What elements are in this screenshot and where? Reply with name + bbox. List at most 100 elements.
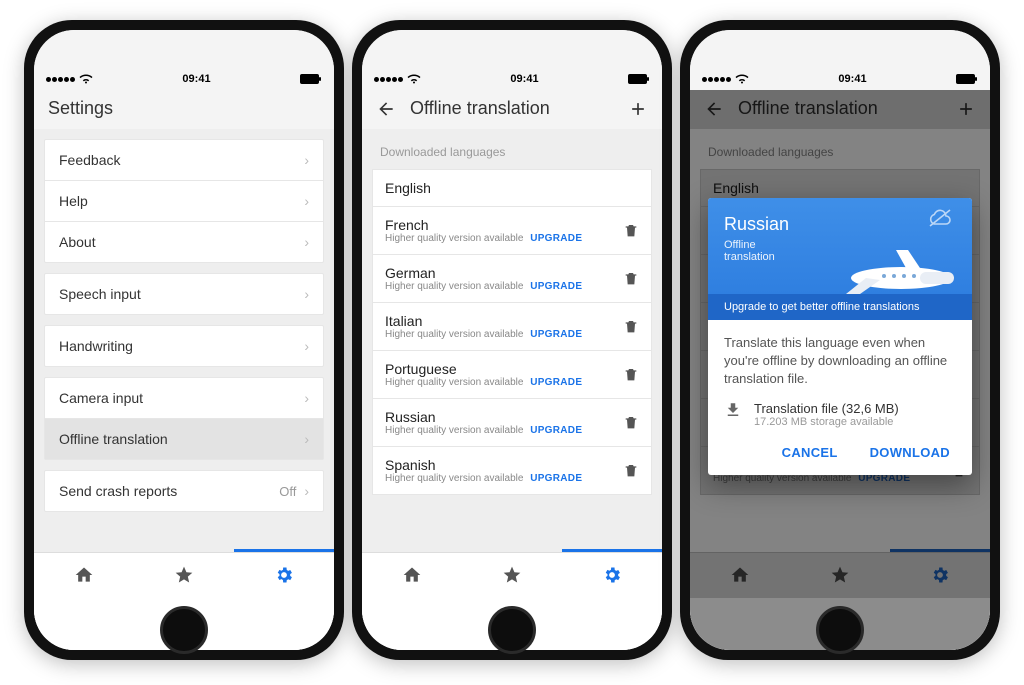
cloud-offline-icon [926,208,954,228]
settings-row-help[interactable]: Help› [45,181,323,222]
page-title: Settings [48,98,113,119]
language-row-french[interactable]: FrenchHigher quality version available U… [372,207,652,255]
settings-content[interactable]: Feedback› Help› About› Speech input› Han… [34,129,334,552]
language-name: English [385,180,639,196]
dialog-storage-label: 17.203 MB storage available [754,416,899,428]
language-name: Italian [385,313,623,329]
language-row-portuguese[interactable]: PortugueseHigher quality version availab… [372,351,652,399]
trash-icon[interactable] [623,271,639,287]
settings-row-speech-input[interactable]: Speech input› [45,274,323,314]
back-icon[interactable] [376,99,396,119]
dialog-file-label: Translation file (32,6 MB) [754,401,899,416]
gear-icon [274,565,294,585]
bottom-nav [362,552,662,598]
upgrade-link[interactable]: UPGRADE [530,473,582,484]
trash-icon[interactable] [623,367,639,383]
language-row-spanish[interactable]: SpanishHigher quality version available … [372,447,652,495]
offline-header: Offline translation [362,90,662,129]
download-icon [724,401,742,419]
home-button[interactable] [160,606,208,654]
star-icon [174,565,194,585]
home-button[interactable] [816,606,864,654]
upgrade-note: Higher quality version available UPGRADE [385,473,623,484]
status-bar: 09:41 [34,30,334,90]
trash-icon[interactable] [623,223,639,239]
dialog-file-row: Translation file (32,6 MB) 17.203 MB sto… [708,393,972,432]
crash-reports-value: Off [279,484,296,499]
language-row-italian[interactable]: ItalianHigher quality version available … [372,303,652,351]
dialog-hero: Russian Offline translation [708,198,972,294]
gear-icon [602,565,622,585]
chevron-right-icon: › [304,431,309,447]
settings-row-offline-translation[interactable]: Offline translation› [45,419,323,459]
dialog-subtitle: Offline translation [724,239,956,263]
home-icon [402,565,422,585]
signal-dots-icon [702,73,732,85]
trash-icon[interactable] [623,319,639,335]
dialog-cancel-button[interactable]: CANCEL [776,444,844,461]
signal-dots-icon [46,73,76,85]
settings-row-about[interactable]: About› [45,222,323,262]
nav-settings[interactable] [562,552,662,598]
phone-frame: 09:41 Settings Feedback› Help› About› Sp… [24,20,344,660]
battery-icon [628,74,650,84]
chevron-right-icon: › [304,152,309,168]
status-time: 09:41 [182,73,210,85]
settings-row-feedback[interactable]: Feedback› [45,140,323,181]
offline-content[interactable]: Downloaded languages EnglishFrenchHigher… [362,129,662,552]
settings-row-handwriting[interactable]: Handwriting› [45,326,323,366]
chevron-right-icon: › [304,193,309,209]
status-time: 09:41 [838,73,866,85]
nav-home[interactable] [362,552,462,598]
upgrade-link[interactable]: UPGRADE [530,233,582,244]
settings-header: Settings [34,90,334,129]
trash-icon[interactable] [623,415,639,431]
trash-icon[interactable] [623,463,639,479]
phone-frame: 09:41 Offline translation Downloaded lan… [680,20,1000,660]
upgrade-link[interactable]: UPGRADE [530,425,582,436]
battery-icon [300,74,322,84]
upgrade-link[interactable]: UPGRADE [530,281,582,292]
language-name: Portuguese [385,361,623,377]
dialog-download-button[interactable]: DOWNLOAD [864,444,956,461]
status-bar: 09:41 [362,30,662,90]
language-row-german[interactable]: GermanHigher quality version available U… [372,255,652,303]
settings-row-camera-input[interactable]: Camera input› [45,378,323,419]
dialog-language-title: Russian [724,214,956,235]
nav-home[interactable] [34,552,134,598]
battery-icon [956,74,978,84]
chevron-right-icon: › [304,286,309,302]
nav-settings[interactable] [234,552,334,598]
wifi-icon [407,74,421,84]
upgrade-note: Higher quality version available UPGRADE [385,281,623,292]
home-icon [74,565,94,585]
add-icon[interactable] [628,99,648,119]
settings-row-send-crash-reports[interactable]: Send crash reportsOff› [45,471,323,511]
chevron-right-icon: › [304,234,309,250]
download-dialog: Russian Offline translation Upgrade to g… [708,198,972,475]
page-title: Offline translation [410,98,550,119]
upgrade-note: Higher quality version available UPGRADE [385,425,623,436]
language-name: German [385,265,623,281]
star-icon [502,565,522,585]
upgrade-link[interactable]: UPGRADE [530,377,582,388]
nav-saved[interactable] [462,552,562,598]
language-row-english[interactable]: English [372,169,652,207]
upgrade-note: Higher quality version available UPGRADE [385,377,623,388]
home-button[interactable] [488,606,536,654]
chevron-right-icon: › [304,338,309,354]
nav-saved[interactable] [134,552,234,598]
status-time: 09:41 [510,73,538,85]
dialog-body-text: Translate this language even when you're… [708,320,972,393]
language-name: French [385,217,623,233]
wifi-icon [735,74,749,84]
language-name: Russian [385,409,623,425]
status-bar: 09:41 [690,30,990,90]
signal-dots-icon [374,73,404,85]
upgrade-note: Higher quality version available UPGRADE [385,329,623,340]
upgrade-link[interactable]: UPGRADE [530,329,582,340]
bottom-nav [34,552,334,598]
wifi-icon [79,74,93,84]
language-row-russian[interactable]: RussianHigher quality version available … [372,399,652,447]
upgrade-note: Higher quality version available UPGRADE [385,233,623,244]
